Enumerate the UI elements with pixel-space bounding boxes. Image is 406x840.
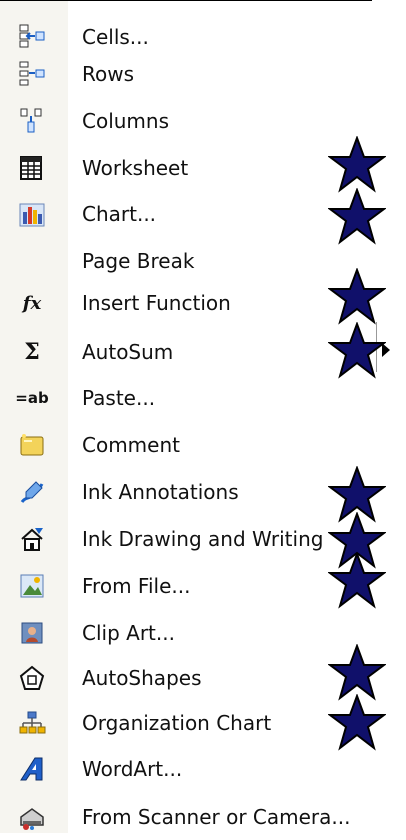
menu-item-wordart[interactable]: WordArt... bbox=[0, 746, 372, 792]
star-icon bbox=[328, 136, 386, 193]
ink-pen-icon bbox=[18, 478, 46, 506]
menu-item-label: Columns bbox=[82, 109, 170, 133]
menu-item-label: From File... bbox=[82, 574, 191, 598]
menu-item-rows[interactable]: Rows bbox=[0, 51, 372, 97]
star-icon bbox=[328, 552, 386, 609]
menu-item-label: Ink Annotations bbox=[82, 480, 239, 504]
clip-art-icon bbox=[18, 619, 46, 647]
menu-item-label: Cells... bbox=[82, 25, 149, 49]
menu-item-label: WordArt... bbox=[82, 757, 183, 781]
menu-top-border bbox=[0, 0, 372, 1]
paste-name-icon: =ab bbox=[15, 389, 49, 407]
menu-item-from-scanner[interactable]: From Scanner or Camera... bbox=[0, 794, 372, 840]
menu-item-label: Page Break bbox=[82, 249, 195, 273]
insert-menu: Cells... Rows Columns Worksheet Chart...… bbox=[0, 0, 390, 833]
menu-item-label: Clip Art... bbox=[82, 621, 175, 645]
menu-item-insert-function[interactable]: fx Insert Function bbox=[0, 280, 372, 326]
function-icon: fx bbox=[22, 292, 42, 314]
star-icon bbox=[328, 268, 386, 325]
menu-item-page-break[interactable]: Page Break bbox=[0, 238, 372, 284]
menu-item-clip-art[interactable]: Clip Art... bbox=[0, 610, 372, 656]
menu-item-ink-annotations[interactable]: Ink Annotations bbox=[0, 469, 372, 515]
menu-item-comment[interactable]: Comment bbox=[0, 422, 372, 468]
scanner-icon bbox=[18, 803, 46, 831]
picture-file-icon bbox=[18, 572, 46, 600]
menu-item-label: Paste... bbox=[82, 386, 156, 410]
insert-rows-icon bbox=[18, 60, 46, 88]
menu-item-worksheet[interactable]: Worksheet bbox=[0, 145, 372, 191]
menu-item-label: Rows bbox=[82, 62, 135, 86]
chart-icon bbox=[18, 200, 46, 228]
menu-item-autoshapes[interactable]: AutoShapes bbox=[0, 655, 372, 701]
star-icon bbox=[328, 694, 386, 751]
ink-drawing-icon bbox=[18, 525, 46, 553]
menu-item-label: Insert Function bbox=[82, 291, 231, 315]
menu-item-ink-drawing[interactable]: Ink Drawing and Writing bbox=[0, 516, 372, 562]
menu-item-autosum[interactable]: Σ AutoSum bbox=[0, 329, 372, 375]
menu-item-label: Worksheet bbox=[82, 156, 189, 180]
sigma-icon: Σ bbox=[24, 339, 40, 365]
menu-item-label: Comment bbox=[82, 433, 180, 457]
insert-cells-icon bbox=[18, 23, 46, 51]
autoshapes-icon bbox=[18, 664, 46, 692]
menu-item-organization-chart[interactable]: Organization Chart bbox=[0, 700, 372, 746]
insert-columns-icon bbox=[18, 107, 46, 135]
menu-item-label: AutoShapes bbox=[82, 666, 202, 690]
menu-item-from-file[interactable]: From File... bbox=[0, 563, 372, 609]
menu-item-label: Chart... bbox=[82, 202, 157, 226]
comment-icon bbox=[18, 431, 46, 459]
menu-item-columns[interactable]: Columns bbox=[0, 98, 372, 144]
menu-item-chart[interactable]: Chart... bbox=[0, 191, 372, 237]
menu-item-label: Ink Drawing and Writing bbox=[82, 527, 324, 551]
worksheet-icon bbox=[18, 154, 46, 182]
org-chart-icon bbox=[18, 709, 46, 737]
menu-item-label: Organization Chart bbox=[82, 711, 272, 735]
menu-item-label: AutoSum bbox=[82, 340, 174, 364]
menu-item-paste-name[interactable]: =ab Paste... bbox=[0, 375, 372, 421]
star-icon bbox=[328, 188, 386, 245]
wordart-icon bbox=[18, 755, 46, 783]
menu-item-label: From Scanner or Camera... bbox=[82, 805, 351, 829]
star-icon bbox=[328, 322, 386, 379]
